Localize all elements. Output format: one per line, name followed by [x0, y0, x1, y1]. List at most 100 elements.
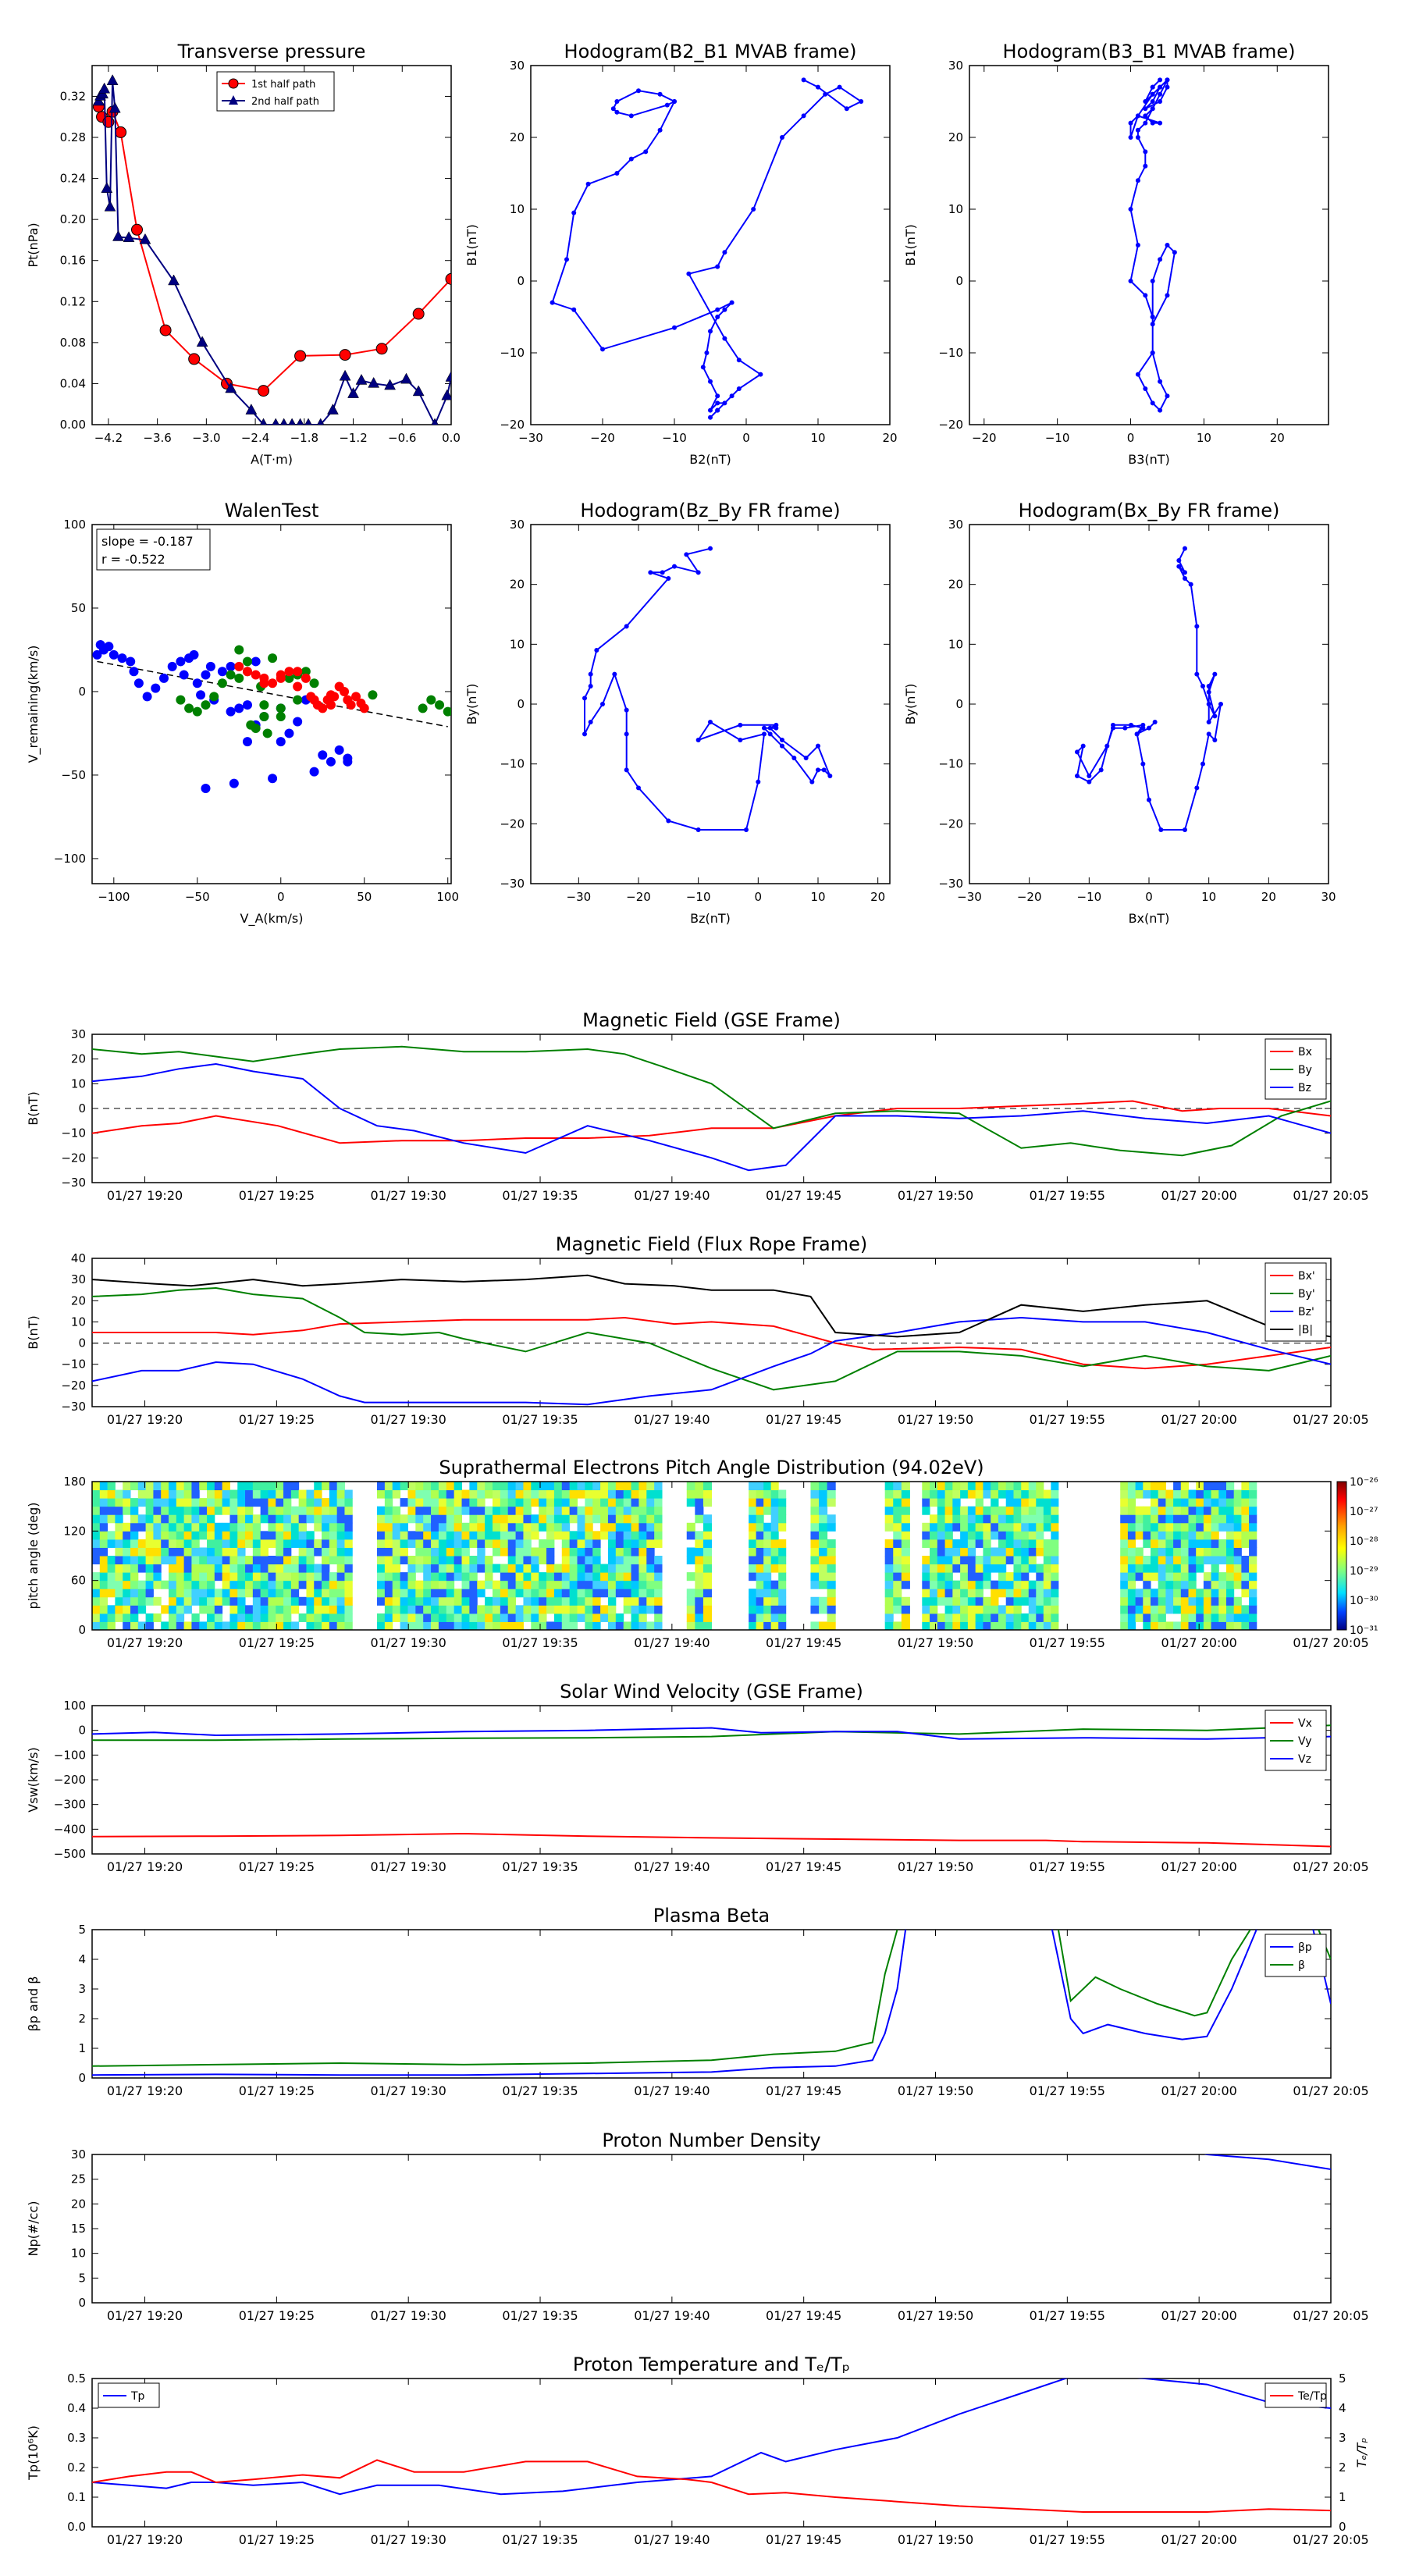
- heatmap-cell: [92, 1613, 101, 1622]
- heatmap-cell: [237, 1531, 246, 1540]
- heatmap-cell: [400, 1498, 408, 1507]
- heatmap-cell: [960, 1539, 969, 1548]
- heatmap-cell: [944, 1489, 953, 1499]
- heatmap-cell: [191, 1613, 200, 1622]
- heatmap-cell: [415, 1547, 424, 1557]
- heatmap-cell: [1173, 1589, 1182, 1598]
- heatmap-cell: [1013, 1489, 1022, 1499]
- heatmap-cell: [500, 1564, 509, 1573]
- heatmap-cell: [384, 1589, 393, 1598]
- heatmap-cell: [207, 1482, 215, 1491]
- heatmap-cell: [577, 1489, 585, 1499]
- heatmap-cell: [176, 1506, 185, 1515]
- heatmap-cell: [546, 1547, 555, 1557]
- heatmap-cell: [107, 1564, 116, 1573]
- heatmap-cell: [260, 1605, 269, 1614]
- data-point: [189, 649, 199, 660]
- data-point: [715, 315, 720, 319]
- heatmap-cell: [107, 1613, 116, 1622]
- heatmap-cell: [283, 1514, 292, 1524]
- time-tick-label: 01/27 19:55: [1030, 1635, 1105, 1650]
- heatmap-cell: [183, 1489, 192, 1499]
- heatmap-cell: [930, 1605, 938, 1614]
- heatmap-cell: [539, 1547, 547, 1557]
- heatmap-cell: [1225, 1564, 1235, 1573]
- heatmap-cell: [431, 1489, 439, 1499]
- heatmap-cell: [810, 1556, 820, 1565]
- heatmap-cell: [631, 1547, 639, 1557]
- y-tick-label: 30: [71, 1027, 86, 1041]
- heatmap-cell: [169, 1596, 177, 1606]
- heatmap-cell: [1241, 1489, 1250, 1499]
- y-tick-label: 1: [78, 2041, 86, 2055]
- heatmap-cell: [546, 1589, 555, 1598]
- heatmap-cell: [901, 1580, 910, 1589]
- y-tick-label: 30: [71, 2147, 86, 2161]
- heatmap-cell: [1143, 1556, 1151, 1565]
- heatmap-cell: [123, 1621, 131, 1630]
- heatmap-cell: [176, 1596, 185, 1606]
- heatmap-cell: [646, 1514, 655, 1524]
- heatmap-cell: [810, 1547, 820, 1557]
- heatmap-cell: [515, 1605, 524, 1614]
- heatmap-cell: [686, 1489, 695, 1499]
- heatmap-cell: [1043, 1580, 1051, 1589]
- chart-title: Hodogram(B2_B1 MVAB frame): [564, 41, 857, 62]
- heatmap-cell: [585, 1489, 593, 1499]
- heatmap-cell: [237, 1522, 246, 1532]
- heatmap-cell: [99, 1613, 108, 1622]
- y-tick-label: 30: [948, 59, 963, 73]
- x-tick-label: 0: [755, 890, 763, 904]
- heatmap-cell: [99, 1596, 108, 1606]
- heatmap-cell: [1241, 1572, 1250, 1582]
- heatmap-cell: [290, 1531, 300, 1540]
- heatmap-cell: [176, 1572, 185, 1582]
- heatmap-cell: [546, 1489, 555, 1499]
- data-point: [736, 386, 742, 391]
- heatmap-cell: [107, 1482, 116, 1491]
- heatmap-cell: [446, 1605, 455, 1614]
- heatmap-cell: [276, 1596, 284, 1606]
- heatmap-cell: [623, 1589, 632, 1598]
- heatmap-cell: [770, 1589, 779, 1598]
- heatmap-cell: [107, 1572, 116, 1582]
- heatmap-cell: [975, 1564, 984, 1573]
- x-tick-label: −30: [567, 890, 592, 904]
- heatmap-cell: [1196, 1621, 1204, 1630]
- time-tick-label: 01/27 19:20: [107, 1859, 183, 1874]
- heatmap-cell: [749, 1482, 757, 1491]
- heatmap-cell: [446, 1498, 455, 1507]
- heatmap-cell: [477, 1589, 486, 1598]
- heatmap-cell: [1196, 1539, 1204, 1548]
- heatmap-cell: [183, 1514, 192, 1524]
- heatmap-cell: [454, 1596, 463, 1606]
- heatmap-cell: [431, 1564, 439, 1573]
- data-point: [708, 329, 713, 334]
- heatmap-cell: [553, 1605, 563, 1614]
- heatmap-cell: [222, 1547, 230, 1557]
- heatmap-cell: [553, 1531, 563, 1540]
- heatmap-cell: [329, 1498, 338, 1507]
- heatmap-cell: [1180, 1556, 1189, 1565]
- heatmap-cell: [638, 1605, 647, 1614]
- heatmap-cell: [1233, 1539, 1242, 1548]
- heatmap-cell: [183, 1522, 192, 1532]
- x-tick-label: −10: [1077, 890, 1102, 904]
- data-point: [1111, 725, 1115, 731]
- heatmap-cell: [1135, 1605, 1144, 1614]
- heatmap-cell: [523, 1547, 532, 1557]
- heatmap-cell: [1173, 1506, 1182, 1515]
- heatmap-cell: [237, 1621, 246, 1630]
- y-tick-label: 10: [948, 202, 963, 216]
- heatmap-cell: [884, 1613, 894, 1622]
- heatmap-cell: [539, 1589, 547, 1598]
- heatmap-cell: [276, 1489, 284, 1499]
- heatmap-cell: [1211, 1498, 1219, 1507]
- heatmap-cell: [607, 1506, 617, 1515]
- data-point: [1158, 120, 1163, 126]
- heatmap-cell: [1143, 1605, 1151, 1614]
- y-tick-label: 20: [71, 1052, 86, 1066]
- heatmap-cell: [99, 1522, 108, 1532]
- heatmap-cell: [561, 1498, 571, 1507]
- heatmap-cell: [623, 1514, 632, 1524]
